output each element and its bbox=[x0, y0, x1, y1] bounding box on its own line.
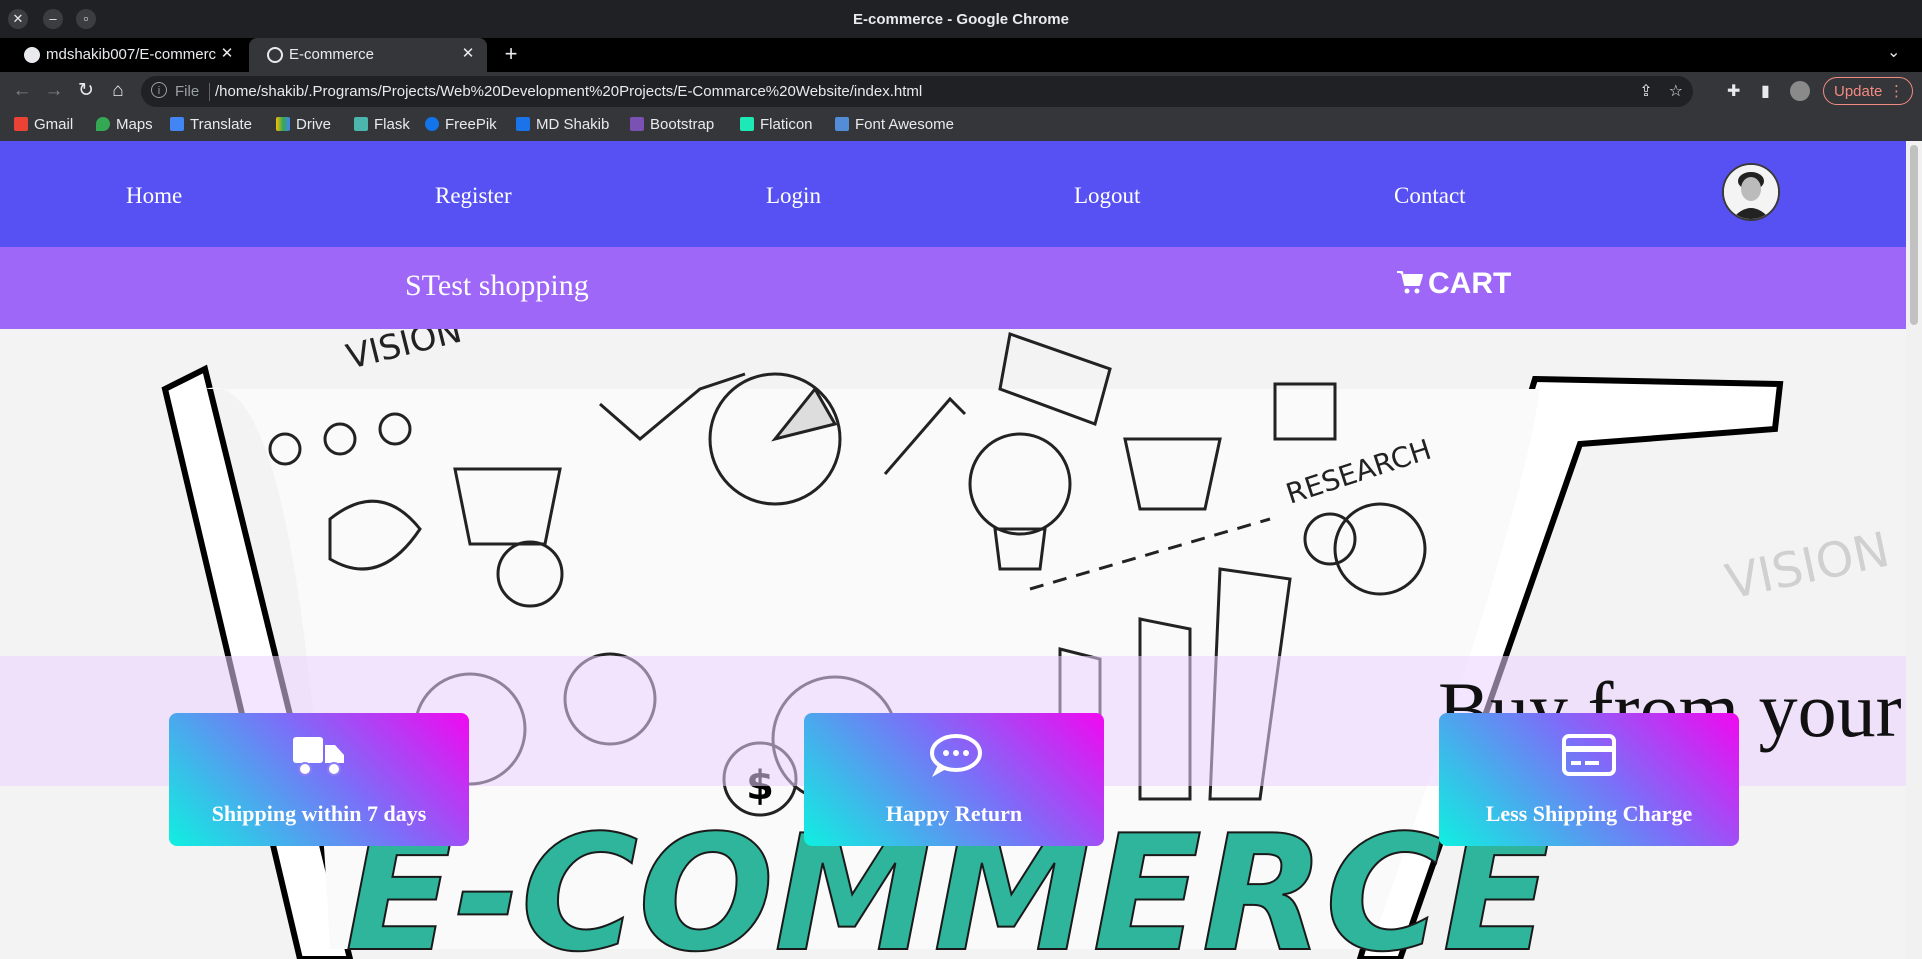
address-bar[interactable]: i File /home/shakib/.Programs/Projects/W… bbox=[141, 76, 1693, 107]
profile-avatar[interactable] bbox=[1790, 81, 1810, 101]
truck-icon bbox=[293, 737, 344, 776]
feature-label: Shipping within 7 days bbox=[211, 801, 427, 826]
github-icon bbox=[24, 47, 40, 63]
freepik-icon bbox=[425, 117, 439, 131]
bookmark-bootstrap[interactable]: Bootstrap bbox=[630, 116, 714, 133]
cart-icon bbox=[1397, 271, 1423, 294]
nav-contact-link[interactable]: Contact bbox=[1394, 183, 1466, 209]
extensions-icon[interactable]: ✚ bbox=[1727, 81, 1740, 101]
bookmark-flask[interactable]: Flask bbox=[354, 116, 410, 133]
font-awesome-flag-icon bbox=[835, 117, 849, 131]
feature-card-shipping: Shipping within 7 days bbox=[169, 713, 469, 846]
reload-icon[interactable]: ↻ bbox=[75, 80, 97, 102]
bookmark-maps[interactable]: Maps bbox=[96, 116, 153, 133]
home-icon[interactable]: ⌂ bbox=[107, 80, 129, 102]
tab-github[interactable]: mdshakib007/E-commerc ✕ bbox=[6, 38, 246, 72]
site-subbar: STest shopping CART bbox=[0, 247, 1906, 329]
tab-label: E-commerce bbox=[289, 46, 375, 63]
tab-search-chevron-icon[interactable]: ⌄ bbox=[1887, 42, 1900, 62]
back-icon[interactable]: ← bbox=[11, 80, 33, 102]
menu-dots-icon: ⋮ bbox=[1889, 83, 1904, 100]
update-button[interactable]: Update ⋮ bbox=[1823, 77, 1913, 105]
scheme-label: File bbox=[175, 83, 200, 100]
scrollbar-thumb[interactable] bbox=[1910, 145, 1918, 325]
forward-icon[interactable]: → bbox=[43, 80, 65, 102]
browser-toolbar: ← → ↻ ⌂ i File /home/shakib/.Programs/Pr… bbox=[0, 72, 1922, 110]
bookmark-flaticon[interactable]: Flaticon bbox=[740, 116, 813, 133]
hero-vision-faded-text: VISION bbox=[1721, 522, 1894, 611]
hero-vision-text: VISION bbox=[343, 329, 466, 378]
globe-icon bbox=[267, 47, 283, 63]
bookmark-freepik[interactable]: FreePik bbox=[425, 116, 497, 133]
flaticon-icon bbox=[740, 117, 754, 131]
nav-register-link[interactable]: Register bbox=[435, 183, 512, 209]
avatar-portrait-icon bbox=[1724, 165, 1778, 219]
drive-icon bbox=[276, 117, 290, 131]
new-tab-button[interactable]: + bbox=[497, 40, 525, 68]
nav-logout-link[interactable]: Logout bbox=[1074, 183, 1140, 209]
close-tab-icon[interactable]: ✕ bbox=[218, 45, 236, 63]
bookmarks-bar: Gmail Maps Translate Drive Flask FreePik… bbox=[0, 110, 1922, 141]
bookmark-drive[interactable]: Drive bbox=[276, 116, 331, 133]
site-navbar: Home Register Login Logout Contact bbox=[0, 141, 1906, 247]
nav-login-link[interactable]: Login bbox=[766, 183, 821, 209]
maps-icon bbox=[96, 117, 110, 131]
tab-label: mdshakib007/E-commerc bbox=[46, 46, 217, 63]
bookmark-md-shakib[interactable]: MD Shakib bbox=[516, 116, 609, 133]
bookmark-font-awesome[interactable]: Font Awesome bbox=[835, 116, 954, 133]
tab-ecommerce[interactable]: E-commerce ✕ bbox=[249, 38, 487, 72]
shop-name[interactable]: STest shopping bbox=[405, 269, 589, 303]
url-text[interactable]: /home/shakib/.Programs/Projects/Web%20De… bbox=[215, 83, 922, 100]
translate-icon bbox=[170, 117, 184, 131]
share-icon[interactable]: ⇪ bbox=[1639, 83, 1652, 100]
bookmark-translate[interactable]: Translate bbox=[170, 116, 252, 133]
feature-card-charge: Less Shipping Charge bbox=[1439, 713, 1739, 846]
cart-link[interactable]: CART bbox=[1396, 267, 1511, 301]
info-icon[interactable]: i bbox=[151, 82, 167, 98]
user-avatar[interactable] bbox=[1722, 163, 1780, 221]
page-scrollbar[interactable] bbox=[1906, 141, 1922, 959]
feature-label: Less Shipping Charge bbox=[1485, 801, 1693, 826]
browser-chrome: ✕ – ▫ E-commerce - Google Chrome mdshaki… bbox=[0, 0, 1922, 141]
hero-illustration: VISION RESEARCH $ $ E-COMMERCE VISION bbox=[161, 329, 1894, 959]
bootstrap-icon bbox=[630, 117, 644, 131]
close-tab-icon[interactable]: ✕ bbox=[459, 45, 477, 63]
omnibox-actions: ⇪ ☆ bbox=[1639, 81, 1683, 101]
title-bar: ✕ – ▫ E-commerce - Google Chrome bbox=[0, 0, 1922, 38]
md-shakib-icon bbox=[516, 117, 530, 131]
tab-strip: mdshakib007/E-commerc ✕ E-commerce ✕ + ⌄ bbox=[0, 38, 1922, 72]
feature-card-return: Happy Return bbox=[804, 713, 1104, 846]
side-panel-icon[interactable]: ▮ bbox=[1761, 81, 1770, 101]
flask-icon bbox=[354, 117, 368, 131]
page-viewport: VISION RESEARCH $ $ E-COMMERCE VISION Bu… bbox=[0, 141, 1922, 959]
window-title: E-commerce - Google Chrome bbox=[853, 11, 1069, 28]
omnibox-divider bbox=[209, 83, 210, 101]
bookmark-star-icon[interactable]: ☆ bbox=[1669, 83, 1683, 100]
bookmark-gmail[interactable]: Gmail bbox=[14, 116, 73, 133]
nav-home-link[interactable]: Home bbox=[126, 183, 182, 209]
cart-label: CART bbox=[1428, 267, 1512, 300]
chat-bubble-icon bbox=[930, 734, 982, 777]
hero-banner: VISION RESEARCH $ $ E-COMMERCE VISION Bu… bbox=[0, 329, 1906, 959]
feature-label: Happy Return bbox=[885, 801, 1023, 826]
credit-card-icon bbox=[1562, 734, 1616, 776]
gmail-icon bbox=[14, 117, 28, 131]
update-label: Update bbox=[1834, 83, 1883, 100]
